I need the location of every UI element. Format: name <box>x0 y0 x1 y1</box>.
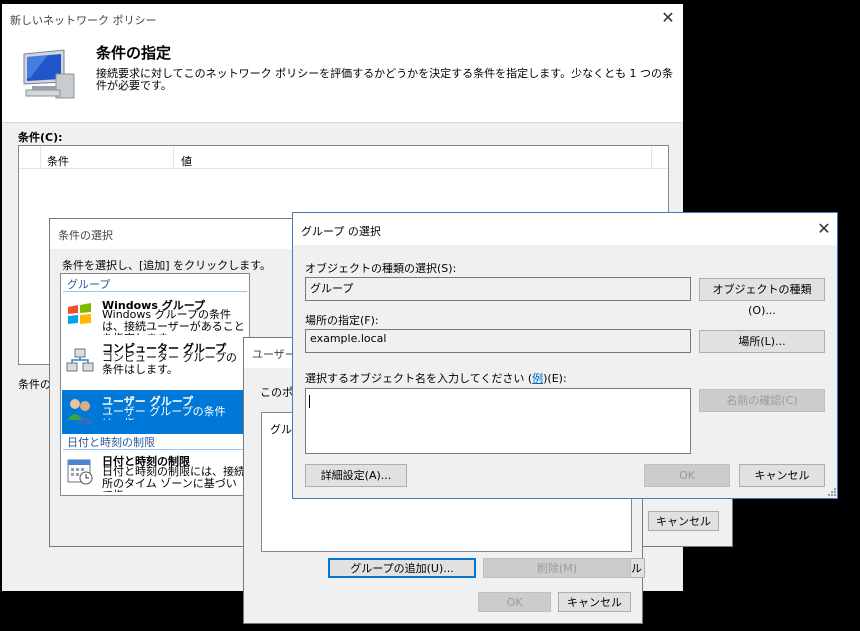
check-names-button[interactable]: 名前の確認(C) <box>699 389 825 412</box>
computer-group-icon <box>66 348 94 376</box>
instruction-text: 条件を選択し、[追加] をクリックします。 <box>62 259 271 272</box>
add-group-button[interactable]: グループの追加(U)... <box>328 558 476 578</box>
window-title: 新しいネットワーク ポリシー <box>10 14 157 27</box>
list-item-date-time[interactable]: 日付と時刻の制限 日付と時刻の制限には、接続所のタイム ゾーンに基づいて指 <box>62 452 248 495</box>
cancel-button[interactable]: キャンセル <box>739 464 825 487</box>
close-icon[interactable]: ✕ <box>656 8 680 28</box>
select-group-dialog: グループ の選択 ✕ オブジェクトの種類の選択(S): グループ オブジェクトの… <box>292 212 838 499</box>
dialog-title: ユーザー <box>252 348 296 361</box>
monitor-icon <box>18 48 80 100</box>
list-header <box>19 146 668 169</box>
page-description: 接続要求に対してこのネットワーク ポリシーを評価するかどうかを決定する条件を指定… <box>96 67 674 92</box>
select-group-titlebar: グループ の選択 <box>293 213 837 245</box>
condition-description-label: 条件の <box>18 378 51 391</box>
object-type-label: オブジェクトの種類の選択(S): <box>305 262 457 275</box>
examples-link[interactable]: 例 <box>532 372 543 385</box>
column-divider <box>173 146 174 168</box>
column-header-condition[interactable]: 条件 <box>47 153 69 169</box>
column-divider <box>651 146 652 168</box>
names-label-end: )(E): <box>543 372 567 385</box>
delete-button[interactable]: 削除(M) <box>483 558 631 578</box>
ok-button[interactable]: OK <box>478 592 551 612</box>
resize-grip-icon[interactable] <box>827 487 837 497</box>
column-header-value[interactable]: 値 <box>181 153 192 169</box>
column-divider <box>40 146 41 168</box>
object-names-input[interactable] <box>305 388 691 454</box>
dialog-title: 条件の選択 <box>58 229 113 242</box>
windows-group-icon <box>66 301 94 327</box>
condition-list[interactable]: グループ Windows グループ Windows グループの条件は、接続ユーザ… <box>60 273 250 496</box>
close-icon[interactable]: ✕ <box>812 219 836 239</box>
calendar-icon <box>66 456 94 486</box>
item-description: コンピューター グループの条件はします。 <box>102 352 237 376</box>
dialog-title: グループ の選択 <box>301 225 381 238</box>
user-group-icon <box>66 396 94 426</box>
text-cursor <box>309 395 310 408</box>
main-titlebar: 新しいネットワーク ポリシー <box>2 4 683 34</box>
list-item-computer-group[interactable]: コンピューター グループ コンピューター グループの条件はします。 <box>62 340 248 386</box>
ok-button[interactable]: OK <box>644 464 730 487</box>
page-heading: 条件の指定 <box>96 44 172 62</box>
conditions-label: 条件(C): <box>18 129 63 145</box>
list-item-windows-group[interactable]: Windows グループ Windows グループの条件は、接続ユーザーがあるこ… <box>62 293 248 339</box>
cancel-button[interactable]: キャンセル <box>558 592 631 612</box>
advanced-button[interactable]: 詳細設定(A)... <box>305 464 407 487</box>
date-time-header: 日付と時刻の制限 <box>63 434 247 450</box>
object-types-button[interactable]: オブジェクトの種類(O)... <box>699 278 825 317</box>
group-header: グループ <box>63 276 247 292</box>
names-label-text: 選択するオブジェクト名を入力してください ( <box>305 372 533 385</box>
list-item: グル <box>270 423 292 436</box>
location-field: example.local <box>305 329 691 353</box>
list-item-user-group[interactable]: ユーザー グループ ユーザー グループの条件は、指 <box>62 390 248 434</box>
location-label: 場所の指定(F): <box>305 314 379 327</box>
background-button-fragment[interactable]: ル <box>631 558 645 578</box>
cancel-button[interactable]: キャンセル <box>648 511 719 531</box>
conditions-label-text: 条件(C): <box>18 131 63 144</box>
object-type-field: グループ <box>305 277 691 301</box>
item-description: ユーザー グループの条件は、指 <box>102 406 226 420</box>
locations-button[interactable]: 場所(L)... <box>699 330 825 353</box>
object-names-label: 選択するオブジェクト名を入力してください (例)(E): <box>305 370 567 386</box>
item-description: Windows グループの条件は、接続ユーザーがあることを指定します。 <box>102 309 245 335</box>
item-description: 日付と時刻の制限には、接続所のタイム ゾーンに基づいて指 <box>102 466 245 492</box>
